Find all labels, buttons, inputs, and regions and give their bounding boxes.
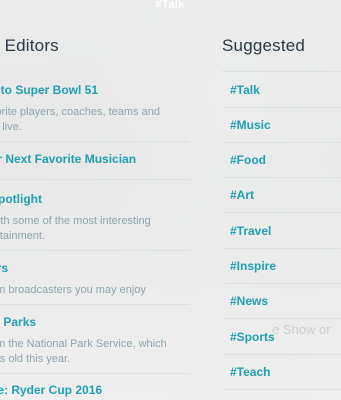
editor-item[interactable]: ur Next Favorite Musician	[0, 152, 190, 166]
divider	[0, 373, 190, 374]
background-ghost-text: e Show or	[272, 322, 331, 337]
suggested-tag-talk[interactable]: #Talk	[230, 83, 260, 97]
suggested-tag-news[interactable]: #News	[230, 294, 268, 308]
editor-item-title[interactable]: ur Next Favorite Musician	[0, 152, 190, 166]
editor-item-title[interactable]: ne: Ryder Cup 2016	[0, 383, 190, 397]
editor-item[interactable]: Spotlight with some of the most interest…	[0, 192, 190, 244]
suggested-tag-sports[interactable]: #Sports	[230, 330, 275, 344]
divider	[222, 248, 341, 249]
divider	[0, 179, 190, 180]
suggested-tag-inspire[interactable]: #Inspire	[230, 259, 276, 273]
editor-item[interactable]: al Parks om the National Park Service, w…	[0, 315, 190, 367]
editor-item-title[interactable]: d to Super Bowl 51	[0, 83, 190, 97]
editor-item[interactable]: ne: Ryder Cup 2016	[0, 383, 190, 397]
divider	[222, 142, 341, 143]
editor-item-description: om the National Park Service, which ars …	[0, 338, 167, 365]
suggested-tag-art[interactable]: #Art	[230, 188, 254, 202]
editor-item-title[interactable]: ers	[0, 261, 190, 275]
divider	[222, 318, 341, 319]
suggested-section-title: Suggested	[222, 36, 306, 55]
divider	[222, 389, 341, 390]
divider	[0, 250, 190, 251]
suggested-tag-food[interactable]: #Food	[230, 153, 266, 167]
editor-item[interactable]: d to Super Bowl 51 vorite players, coach…	[0, 83, 190, 135]
suggested-tag-music[interactable]: #Music	[230, 118, 271, 132]
suggested-tag-teach[interactable]: #Teach	[230, 365, 270, 379]
editor-item-description: om broadcasters you may enjoy	[0, 284, 146, 296]
editor-item-title[interactable]: al Parks	[0, 315, 190, 329]
divider	[222, 177, 341, 178]
divider	[222, 107, 341, 108]
divider	[222, 354, 341, 355]
divider	[0, 141, 190, 142]
suggested-tag-travel[interactable]: #Travel	[230, 224, 271, 238]
divider	[222, 283, 341, 284]
top-tag: #Talk	[155, 0, 185, 11]
divider	[222, 71, 341, 72]
divider	[222, 212, 341, 213]
editor-item-description: with some of the most interesting ertain…	[0, 215, 151, 242]
editor-item-title[interactable]: Spotlight	[0, 192, 190, 206]
divider	[0, 304, 190, 305]
editor-item-description: vorite players, coaches, teams and rs li…	[0, 106, 160, 133]
editor-item[interactable]: ers om broadcasters you may enjoy	[0, 261, 190, 298]
editors-section-title: e Editors	[0, 36, 59, 55]
